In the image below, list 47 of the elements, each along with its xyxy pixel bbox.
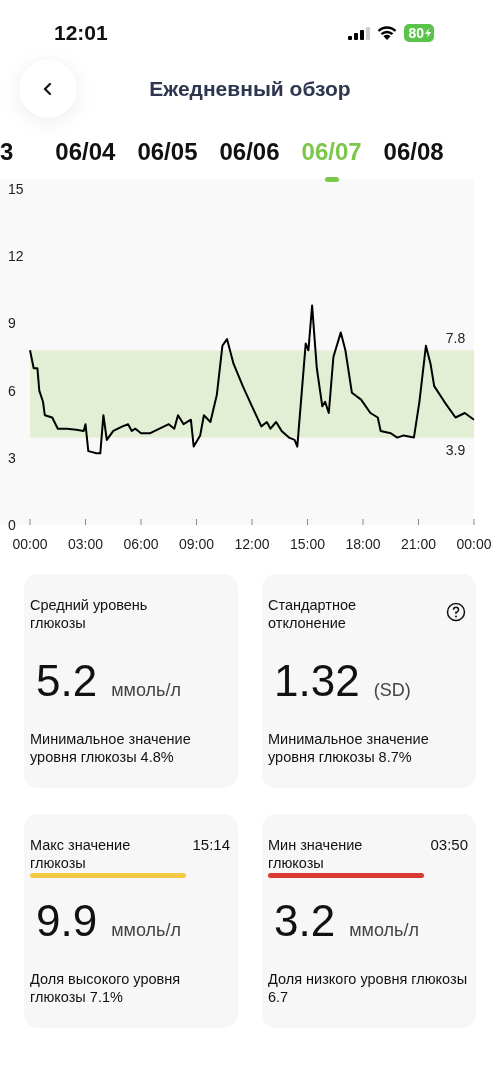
help-icon[interactable]: [446, 602, 466, 622]
range-label: 3.9: [445, 441, 466, 458]
x-tick-label: 06:00: [123, 536, 159, 552]
signal-icon: [348, 26, 371, 40]
x-tick-label: 21:00: [401, 536, 436, 552]
card-time: 15:14: [192, 836, 230, 853]
card-value: 3.2: [274, 896, 336, 946]
status-time: 12:01: [54, 21, 108, 45]
date-tab[interactable]: 06/05: [137, 138, 198, 184]
y-tick-label: 12: [8, 248, 24, 265]
date-tab[interactable]: 06/04: [55, 138, 116, 184]
card-value: 1.32: [274, 656, 360, 706]
y-tick-label: 9: [8, 315, 16, 332]
y-tick-label: 15: [8, 181, 24, 197]
date-tab[interactable]: 3: [0, 138, 14, 184]
card-time: 03:50: [430, 836, 468, 853]
x-tick-label: 12:00: [234, 536, 270, 552]
card-footer: Минимальное значение уровня глюкозы 8.7%: [268, 730, 468, 766]
x-tick-label: 18:00: [345, 536, 381, 552]
x-tick-label: 03:00: [68, 536, 103, 552]
date-tab[interactable]: 06/06: [219, 138, 280, 184]
card-title: Мин значение глюкозы: [268, 836, 364, 872]
x-tick-label: 15:00: [290, 536, 325, 552]
y-tick-label: 3: [8, 449, 16, 466]
card-footer: Доля высокого уровня глюкозы 7.1%: [30, 970, 230, 1006]
back-icon: [42, 82, 54, 96]
card-footer: Минимальное значение уровня глюкозы 4.8%: [30, 730, 230, 766]
card-title: Средний уровень глюкозы: [30, 596, 149, 632]
card-title: Стандартное отклонение: [268, 596, 358, 632]
card-value: 5.2: [36, 656, 98, 706]
card-title: Макс значение глюкозы: [30, 836, 132, 872]
card-value: 9.9: [36, 896, 98, 946]
x-tick-label: 00:00: [12, 536, 48, 552]
page-title: Ежедневный обзор: [148, 77, 352, 101]
card-unit: ммоль/л: [349, 920, 419, 941]
date-tab[interactable]: 06/08: [383, 138, 444, 184]
card-unit: ммоль/л: [111, 680, 181, 701]
x-tick-label: 09:00: [179, 536, 214, 552]
y-tick-label: 6: [8, 382, 16, 399]
card-footer: Доля низкого уровня глюкозы 6.7: [268, 970, 468, 1006]
y-tick-label: 0: [8, 517, 16, 533]
battery-indicator: 80: [404, 24, 434, 42]
card-unit: ммоль/л: [111, 920, 181, 941]
card-unit: (SD): [373, 680, 411, 701]
wifi-icon: [377, 26, 398, 40]
x-tick-label: 00:00: [456, 536, 492, 552]
range-label: 7.8: [445, 330, 466, 347]
